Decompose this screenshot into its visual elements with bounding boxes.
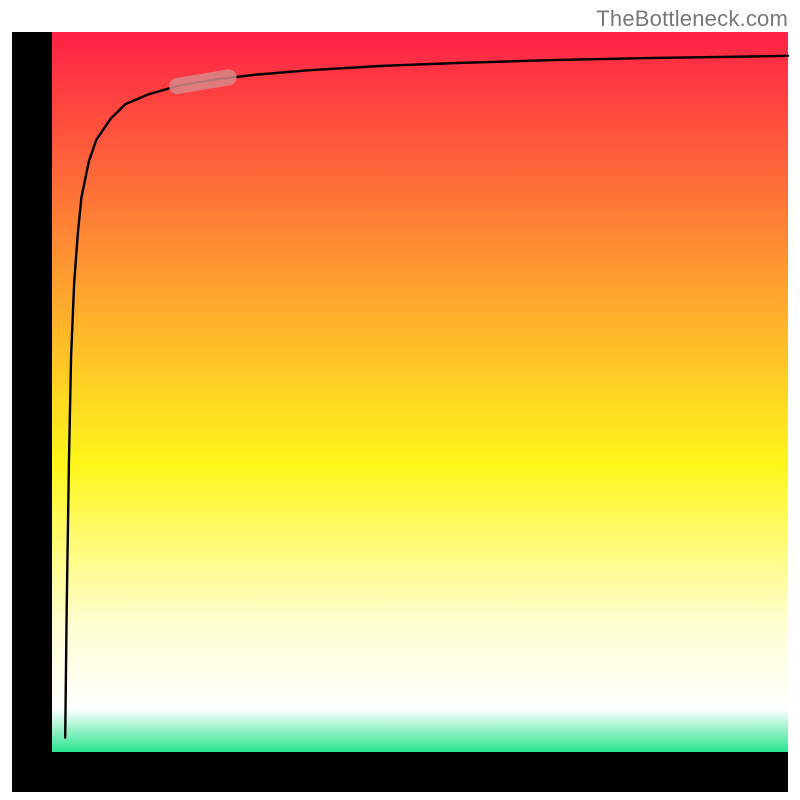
marker-segment [177,77,229,86]
attribution-text: TheBottleneck.com [596,6,788,32]
bottleneck-chart [0,0,800,800]
plot-area [52,32,788,752]
